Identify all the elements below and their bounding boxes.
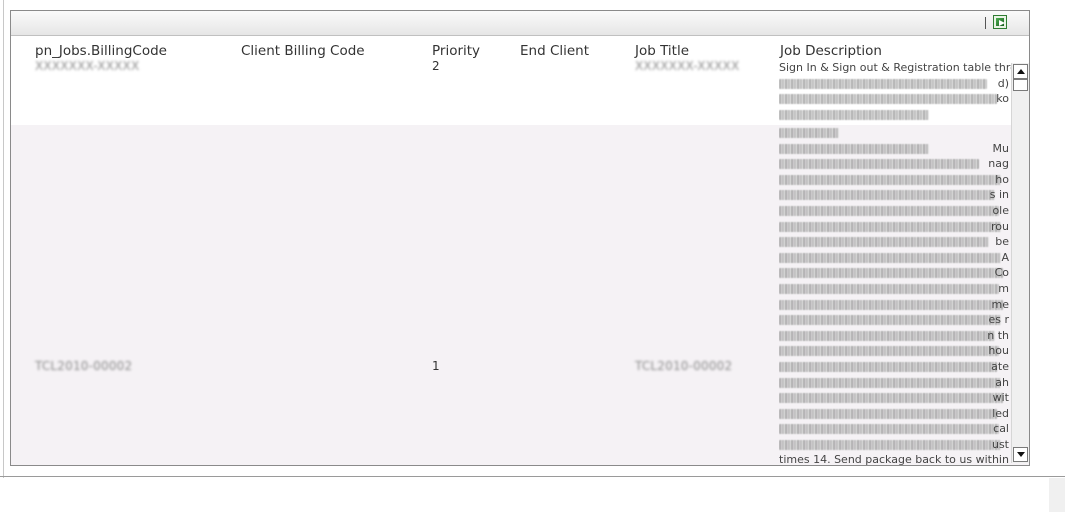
description-line: cal [779,421,1011,437]
column-header-billing-code[interactable]: pn_Jobs.BillingCode [35,43,167,59]
description-line: ole [779,203,1011,219]
job-description-cell: Sign In & Sign out & Registration table … [779,60,1011,124]
job-title-cell: TCL2010-00002 [635,359,733,373]
description-line: m [779,281,1011,297]
column-header-job-title[interactable]: Job Title [635,43,689,59]
description-line: Sign In & Sign out & Registration table … [779,61,1011,74]
excel-export-icon[interactable] [993,15,1007,29]
column-header-job-description[interactable]: Job Description [780,43,882,59]
toolbar-separator [985,17,986,29]
billing-code-cell: TCL2010-00002 [35,359,133,373]
job-title-cell: XXXXXXX-XXXXX [635,59,740,73]
description-line: be [779,234,1011,250]
description-line: ko [779,91,1011,107]
description-line: ate [779,359,1011,375]
column-header-end-client[interactable]: End Client [520,43,589,59]
scroll-up-button[interactable] [1013,64,1028,79]
description-line [779,125,1011,141]
description-line: ho [779,172,1011,188]
column-header-priority[interactable]: Priority [432,43,480,59]
description-line: rou [779,219,1011,235]
table-row[interactable]: TCL2010-00002 1 TCL2010-00002 Mu nag ho s i… [11,125,1029,465]
scroll-thumb[interactable] [1013,79,1028,91]
panel-bottom-border [0,476,1065,477]
priority-cell: 2 [432,59,440,73]
description-line: led [779,406,1011,422]
grid-toolbar [11,11,1029,36]
description-line: ust [779,437,1011,453]
description-line: es r [779,312,1011,328]
description-line: times 14. Send package back to us within… [779,453,1011,465]
description-line: s in [779,187,1011,203]
description-line: ah [779,375,1011,391]
description-line [779,107,1011,123]
scroll-down-button[interactable] [1013,447,1028,462]
description-line: d) [779,76,1011,92]
column-header-client-billing-code[interactable]: Client Billing Code [241,43,365,59]
description-line: me [779,297,1011,313]
panel-left-border [0,0,4,478]
description-scrollbar[interactable] [1011,63,1029,463]
description-line: A [779,250,1011,266]
job-description-cell: Mu nag ho s in ole rou be A Co m me es rn th hou ate a… [779,125,1011,465]
description-line: wit [779,390,1011,406]
grid-header: pn_Jobs.BillingCode Client Billing Code … [11,36,1011,59]
table-row[interactable]: XXXXXXX-XXXXX 2 XXXXXXX-XXXXX Sign In & … [11,59,1029,125]
description-line: n th [779,328,1011,344]
description-line: nag [779,156,1011,172]
description-line: Co [779,265,1011,281]
billing-code-cell: XXXXXXX-XXXXX [35,59,140,73]
description-line: hou [779,343,1011,359]
status-corner [1049,478,1065,512]
priority-cell: 1 [432,359,440,373]
description-line: Mu [779,141,1011,157]
jobs-grid: pn_Jobs.BillingCode Client Billing Code … [10,10,1030,466]
